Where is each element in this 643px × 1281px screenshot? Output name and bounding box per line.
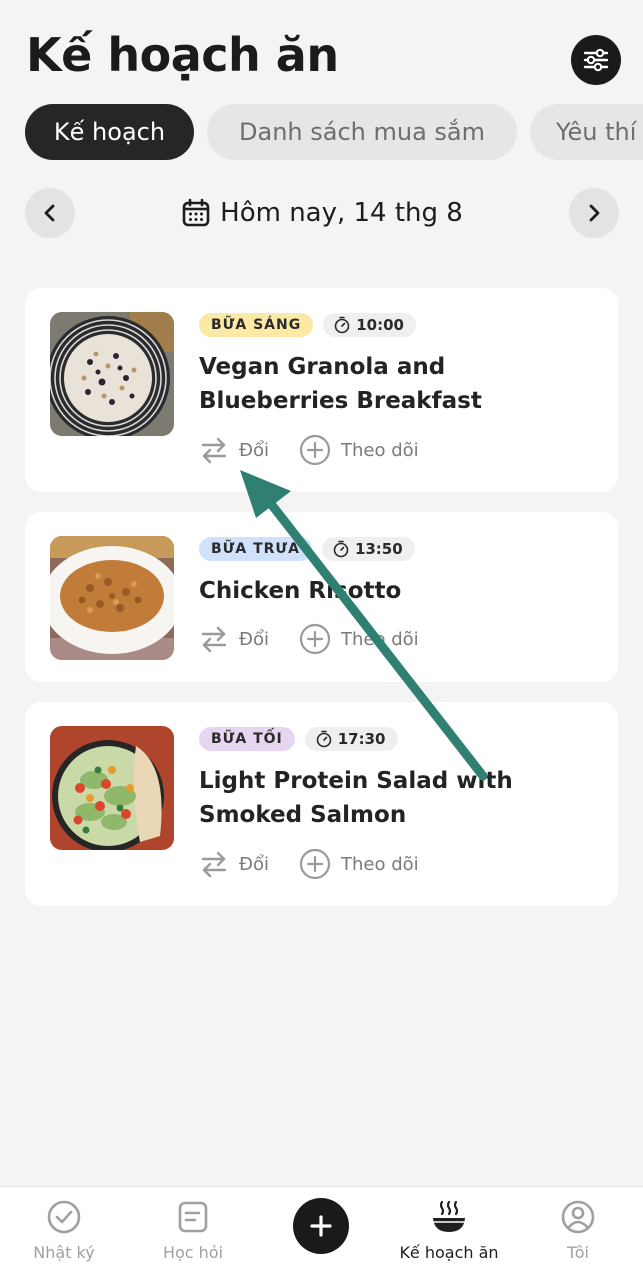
meal-title[interactable]: Light Protein Salad with Smoked Salmon	[199, 764, 589, 832]
track-label: Theo dõi	[341, 628, 419, 650]
meal-actions: Đổi Theo dõi	[199, 432, 419, 468]
track-label: Theo dõi	[341, 853, 419, 875]
plus-circle-icon	[299, 434, 331, 466]
meal-image	[50, 536, 174, 660]
tab-favorites[interactable]: Yêu thí	[530, 104, 643, 160]
plus-circle-icon	[299, 623, 331, 655]
note-icon	[178, 1201, 208, 1233]
nav-label: Tôi	[567, 1243, 589, 1262]
meal-card-lunch[interactable]: BỮA TRƯA 13:50 Chicken Risotto Đổi Theo …	[25, 512, 618, 682]
previous-day-button[interactable]	[25, 188, 75, 238]
nav-item-profile[interactable]: Tôi	[518, 1197, 638, 1262]
tab-plan[interactable]: Kế hoạch	[25, 104, 194, 160]
nav-label: Nhật ký	[33, 1243, 95, 1262]
meal-time: 13:50	[354, 540, 403, 558]
next-day-button[interactable]	[569, 188, 619, 238]
meal-actions: Đổi Theo dõi	[199, 621, 419, 657]
plus-circle-icon	[299, 848, 331, 880]
chevron-left-icon	[44, 204, 55, 222]
meal-title[interactable]: Vegan Granola and Blueberries Breakfast	[199, 350, 589, 418]
swap-icon	[201, 851, 227, 878]
filter-button[interactable]	[571, 35, 621, 85]
meal-time: 17:30	[337, 730, 386, 748]
meal-type-badge: BỮA TRƯA	[199, 537, 312, 561]
swap-label: Đổi	[239, 628, 269, 650]
header: Kế hoạch ăn	[0, 0, 643, 100]
check-circle-icon	[47, 1200, 81, 1234]
track-button[interactable]: Theo dõi	[299, 434, 419, 466]
meal-time-chip: 13:50	[321, 537, 415, 561]
meal-image	[50, 312, 174, 436]
date-label: Hôm nay, 14 thg 8	[220, 198, 463, 228]
swap-button[interactable]: Đổi	[199, 849, 299, 879]
page-title: Kế hoạch ăn	[26, 28, 339, 82]
meal-card-breakfast[interactable]: BỮA SÁNG 10:00 Vegan Granola and Blueber…	[25, 288, 618, 492]
bowl-icon	[433, 1200, 465, 1232]
stopwatch-icon	[316, 730, 332, 748]
meal-title[interactable]: Chicken Risotto	[199, 574, 589, 608]
swap-label: Đổi	[239, 439, 269, 461]
calendar-icon	[182, 198, 210, 227]
meal-type-badge: BỮA SÁNG	[199, 313, 314, 337]
nav-label: Kế hoạch ăn	[399, 1243, 499, 1262]
add-button[interactable]	[293, 1198, 349, 1254]
date-display[interactable]: Hôm nay, 14 thg 8	[0, 188, 643, 238]
meal-card-dinner[interactable]: BỮA TỐI 17:30 Light Protein Salad with S…	[25, 702, 618, 906]
swap-icon	[201, 437, 227, 464]
swap-icon	[201, 626, 227, 653]
tab-shopping-list[interactable]: Danh sách mua sắm	[207, 104, 517, 160]
swap-button[interactable]: Đổi	[199, 624, 299, 654]
nav-item-learn[interactable]: Học hỏi	[133, 1197, 253, 1262]
meal-meta: BỮA SÁNG 10:00	[199, 312, 416, 338]
swap-label: Đổi	[239, 853, 269, 875]
swap-button[interactable]: Đổi	[199, 435, 299, 465]
plus-icon	[310, 1215, 332, 1237]
nav-item-meal-plan[interactable]: Kế hoạch ăn	[389, 1197, 509, 1262]
stopwatch-icon	[334, 316, 350, 334]
bottom-navigation: Nhật ký Học hỏi Kế hoạch ăn Tôi	[0, 1186, 643, 1281]
user-circle-icon	[561, 1200, 595, 1234]
date-navigation: Hôm nay, 14 thg 8	[0, 188, 643, 240]
sliders-icon	[583, 48, 609, 72]
meal-meta: BỮA TRƯA 13:50	[199, 536, 415, 562]
meal-time-chip: 10:00	[323, 313, 416, 337]
meal-image	[50, 726, 174, 850]
track-label: Theo dõi	[341, 439, 419, 461]
tab-bar: Kế hoạch Danh sách mua sắm Yêu thí	[0, 104, 643, 160]
nav-item-diary[interactable]: Nhật ký	[4, 1197, 124, 1262]
meal-meta: BỮA TỐI 17:30	[199, 726, 398, 752]
meal-type-badge: BỮA TỐI	[199, 727, 295, 751]
meal-time-chip: 17:30	[304, 727, 398, 751]
track-button[interactable]: Theo dõi	[299, 623, 419, 655]
meal-time: 10:00	[356, 316, 404, 334]
chevron-right-icon	[589, 204, 600, 222]
track-button[interactable]: Theo dõi	[299, 848, 419, 880]
meal-actions: Đổi Theo dõi	[199, 846, 419, 882]
nav-label: Học hỏi	[162, 1243, 224, 1262]
stopwatch-icon	[333, 540, 349, 558]
